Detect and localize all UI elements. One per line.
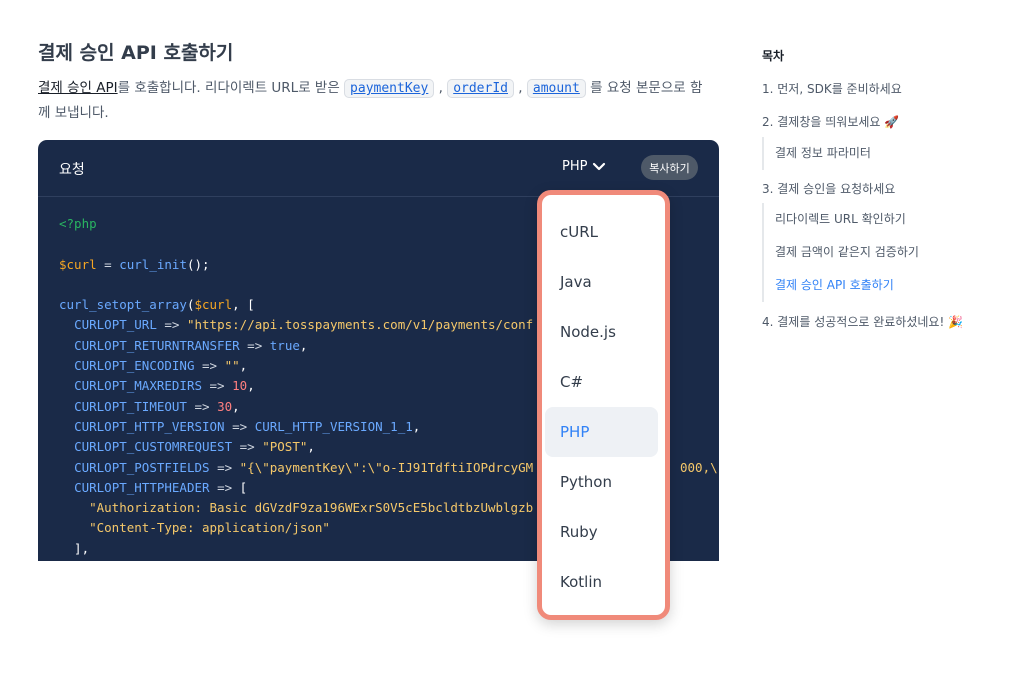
code-line: $curl = curl_init(); (59, 256, 210, 272)
code-block-title: 요청 (59, 162, 85, 178)
toc-item-redirect-url[interactable]: 리다이렉트 URL 확인하기 (762, 203, 906, 236)
code-line: ], (59, 540, 90, 556)
language-option-csharp[interactable]: C# (545, 357, 658, 407)
code-line: CURLOPT_URL => "https://api.tosspayments… (74, 317, 534, 333)
code-line: CURLOPT_TIMEOUT => 30, (74, 398, 240, 414)
code-line: "Authorization: Basic dGVzdF9za196WExrS0… (89, 500, 534, 516)
section-title: 결제 승인 API 호출하기 (38, 42, 234, 64)
code-line: CURLOPT_RETURNTRANSFER => true, (74, 337, 308, 353)
language-selector-label: PHP (562, 159, 588, 174)
intro-text: 를 호출합니다. 리다이렉트 URL로 받은 (117, 80, 345, 96)
code-line: curl_setopt_array($curl, [ (59, 297, 255, 313)
intro-separator: , (514, 80, 527, 96)
toc-title: 목차 (762, 49, 785, 63)
code-line-tail: 000,\"or (680, 459, 719, 475)
payment-key-code[interactable]: paymentKey (344, 79, 435, 98)
language-option-python[interactable]: Python (545, 457, 658, 507)
amount-code[interactable]: amount (526, 79, 586, 98)
language-dropdown: cURL Java Node.js C# PHP Python Ruby Kot… (537, 190, 670, 620)
code-line: CURLOPT_POSTFIELDS => "{\"paymentKey\":\… (59, 458, 719, 478)
language-option-nodejs[interactable]: Node.js (545, 307, 658, 357)
intro-paragraph: 결제 승인 API를 호출합니다. 리다이렉트 URL로 받은 paymentK… (38, 76, 708, 125)
code-block-header: 요청 PHP 복사하기 (38, 140, 719, 197)
code-content: <?php $curl = curl_init(); curl_setopt_arr… (59, 214, 719, 559)
language-option-java[interactable]: Java (545, 257, 658, 307)
toc-item-request-approval[interactable]: 3. 결제 승인을 요청하세요 (762, 180, 895, 197)
code-line: <?php (59, 216, 97, 231)
language-selector[interactable]: PHP (562, 159, 606, 174)
code-line: "Content-Type: application/json" (89, 520, 330, 536)
language-option-curl[interactable]: cURL (545, 207, 658, 257)
language-option-ruby[interactable]: Ruby (545, 507, 658, 557)
code-line: CURLOPT_ENCODING => "", (74, 358, 248, 374)
code-line: CURLOPT_MAXREDIRS => 10, (74, 378, 255, 394)
chevron-down-icon (593, 162, 606, 170)
code-line: CURLOPT_CUSTOMREQUEST => "POST", (74, 439, 315, 455)
code-line: CURLOPT_HTTPHEADER => [ (74, 479, 248, 495)
toc-item-call-approve-api[interactable]: 결제 승인 API 호출하기 (762, 269, 894, 302)
toc-item-verify-amount[interactable]: 결제 금액이 같은지 검증하기 (762, 236, 919, 269)
intro-separator: , (434, 80, 448, 96)
language-option-php[interactable]: PHP (545, 407, 658, 457)
toc-item-payment-params[interactable]: 결제 정보 파라미터 (762, 137, 871, 170)
code-line: CURLOPT_HTTP_VERSION => CURL_HTTP_VERSIO… (74, 418, 421, 434)
approve-api-link[interactable]: 결제 승인 API (38, 80, 118, 96)
toc-item-sdk[interactable]: 1. 먼저, SDK를 준비하세요 (762, 80, 902, 97)
toc-item-complete[interactable]: 4. 결제를 성공적으로 완료하셨네요! 🎉 (762, 313, 963, 330)
toc-item-payment-window[interactable]: 2. 결제창을 띄워보세요 🚀 (762, 113, 899, 130)
order-id-code[interactable]: orderId (447, 79, 514, 98)
copy-button[interactable]: 복사하기 (641, 155, 698, 180)
language-option-kotlin[interactable]: Kotlin (545, 557, 658, 607)
